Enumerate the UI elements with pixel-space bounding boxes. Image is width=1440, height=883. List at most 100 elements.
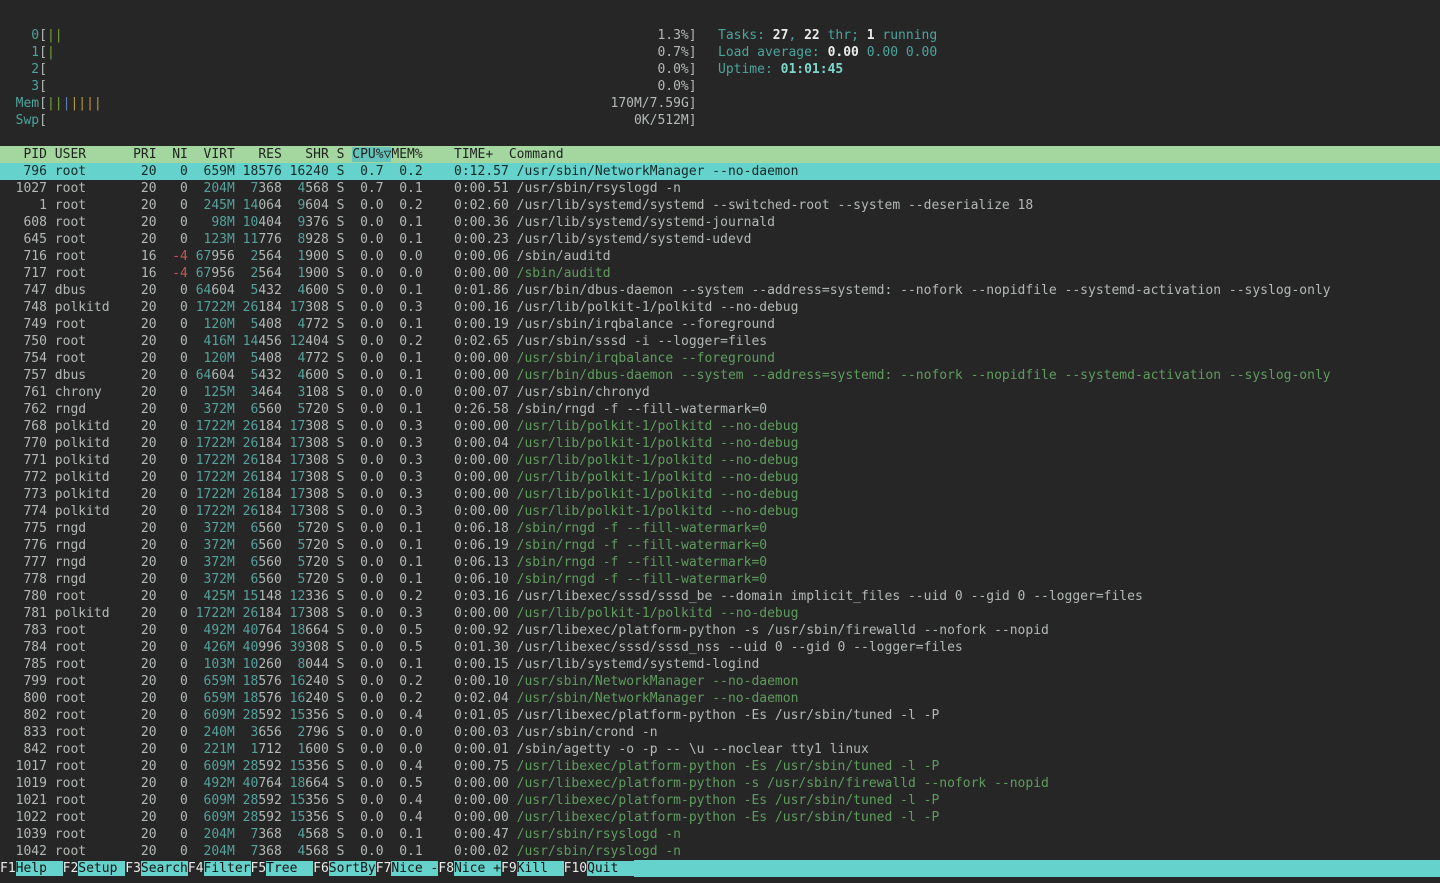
- process-row-716[interactable]: 716 root 16 -4 67956 2564 1900 S 0.0 0.0…: [0, 248, 1440, 265]
- memory-meter[interactable]: Mem[||||||| 170M/7.59G]: [0, 95, 697, 112]
- process-row-1017[interactable]: 1017 root 20 0 609M 28592 15356 S 0.0 0.…: [0, 758, 1440, 775]
- process-row-784[interactable]: 784 root 20 0 426M 40996 39308 S 0.0 0.5…: [0, 639, 1440, 656]
- fnkey-f5[interactable]: F5Tree: [251, 860, 314, 877]
- process-row-1[interactable]: 1 root 20 0 245M 14064 9604 S 0.0 0.2 0:…: [0, 197, 1440, 214]
- column-header-pid[interactable]: PID: [0, 147, 55, 162]
- fnkey-f9[interactable]: F9Kill: [501, 860, 564, 877]
- cell-pid: 645: [0, 232, 47, 247]
- process-row-771[interactable]: 771 polkitd 20 0 1722M 26184 17308 S 0.0…: [0, 452, 1440, 469]
- process-row-772[interactable]: 772 polkitd 20 0 1722M 26184 17308 S 0.0…: [0, 469, 1440, 486]
- column-header-user[interactable]: USER: [55, 147, 133, 162]
- cell-mem-percent: 0.3: [384, 453, 423, 468]
- cell-nice: 0: [164, 674, 187, 689]
- cell-mem-percent: 0.1: [384, 351, 423, 366]
- column-header-command[interactable]: Command: [509, 147, 564, 162]
- process-row-773[interactable]: 773 polkitd 20 0 1722M 26184 17308 S 0.0…: [0, 486, 1440, 503]
- process-row-1022[interactable]: 1022 root 20 0 609M 28592 15356 S 0.0 0.…: [0, 809, 1440, 826]
- fnkey-f2[interactable]: F2Setup: [63, 860, 126, 877]
- process-row-762[interactable]: 762 rngd 20 0 372M 6560 5720 S 0.0 0.1 0…: [0, 401, 1440, 418]
- cell-user: root: [55, 640, 125, 655]
- process-row-747[interactable]: 747 dbus 20 0 64604 5432 4600 S 0.0 0.1 …: [0, 282, 1440, 299]
- column-header-cpu-sorted[interactable]: CPU%▽: [352, 147, 391, 162]
- process-row-778[interactable]: 778 rngd 20 0 372M 6560 5720 S 0.0 0.1 0…: [0, 571, 1440, 588]
- cell-state: S: [329, 368, 345, 383]
- process-row-749[interactable]: 749 root 20 0 120M 5408 4772 S 0.0 0.1 0…: [0, 316, 1440, 333]
- column-header-ni[interactable]: NI: [164, 147, 195, 162]
- process-row-608[interactable]: 608 root 20 0 98M 10404 9376 S 0.0 0.1 0…: [0, 214, 1440, 231]
- process-row-754[interactable]: 754 root 20 0 120M 5408 4772 S 0.0 0.1 0…: [0, 350, 1440, 367]
- cell-cpu-percent: 0.0: [344, 232, 383, 247]
- cell-command: /usr/bin/dbus-daemon --system --address=…: [517, 283, 1331, 298]
- process-row-1019[interactable]: 1019 root 20 0 492M 40764 18664 S 0.0 0.…: [0, 775, 1440, 792]
- cell-priority: 20: [125, 572, 156, 587]
- process-row-783[interactable]: 783 root 20 0 492M 40764 18664 S 0.0 0.5…: [0, 622, 1440, 639]
- cell-user: polkitd: [55, 300, 125, 315]
- process-row-796[interactable]: 796 root 20 0 659M 18576 16240 S 0.7 0.2…: [0, 163, 1440, 180]
- process-row-1039[interactable]: 1039 root 20 0 204M 7368 4568 S 0.0 0.1 …: [0, 826, 1440, 843]
- memory-meter-bar: ||||: [70, 96, 101, 111]
- process-row-768[interactable]: 768 polkitd 20 0 1722M 26184 17308 S 0.0…: [0, 418, 1440, 435]
- process-row-750[interactable]: 750 root 20 0 416M 14456 12404 S 0.0 0.2…: [0, 333, 1440, 350]
- cell-user: root: [55, 691, 125, 706]
- cell-cpu-percent: 0.0: [344, 589, 383, 604]
- fnkey-f6[interactable]: F6SortBy: [313, 860, 376, 877]
- fnkey-f10[interactable]: F10Quit: [564, 860, 634, 877]
- cpu-0-meter[interactable]: 0[|| 1.3%]: [0, 27, 697, 44]
- process-row-1027[interactable]: 1027 root 20 0 204M 7368 4568 S 0.7 0.1 …: [0, 180, 1440, 197]
- process-row-800[interactable]: 800 root 20 0 659M 18576 16240 S 0.0 0.2…: [0, 690, 1440, 707]
- fnkey-f1[interactable]: F1Help: [0, 860, 63, 877]
- cell-time: 0:02.04: [423, 691, 509, 706]
- column-header-state[interactable]: S: [337, 147, 353, 162]
- process-row-717[interactable]: 717 root 16 -4 67956 2564 1900 S 0.0 0.0…: [0, 265, 1440, 282]
- process-row-770[interactable]: 770 polkitd 20 0 1722M 26184 17308 S 0.0…: [0, 435, 1440, 452]
- process-row-774[interactable]: 774 polkitd 20 0 1722M 26184 17308 S 0.0…: [0, 503, 1440, 520]
- cell-command: /usr/lib/polkit-1/polkitd --no-debug: [517, 504, 799, 519]
- cpu-2-meter-value: 0.0%: [657, 62, 688, 77]
- cell-nice: 0: [164, 657, 187, 672]
- process-row-757[interactable]: 757 dbus 20 0 64604 5432 4600 S 0.0 0.1 …: [0, 367, 1440, 384]
- cell-state: S: [329, 215, 345, 230]
- cell-mem-percent: 0.0: [384, 385, 423, 400]
- table-header-row[interactable]: PID USER PRI NI VIRT RES SHR S CPU%▽MEM%…: [0, 146, 1440, 163]
- cpu-2-meter[interactable]: 2[ 0.0%]: [0, 61, 697, 78]
- cell-time: 0:00.19: [423, 317, 509, 332]
- f10-action-label: Quit: [587, 861, 634, 876]
- fnkey-f4[interactable]: F4Filter: [188, 860, 251, 877]
- cell-mem-percent: 0.3: [384, 504, 423, 519]
- fnkey-f7[interactable]: F7Nice -: [376, 860, 439, 877]
- process-row-761[interactable]: 761 chrony 20 0 125M 3464 3108 S 0.0 0.0…: [0, 384, 1440, 401]
- cpu-3-meter[interactable]: 3[ 0.0%]: [0, 78, 697, 95]
- fnkey-f3[interactable]: F3Search: [125, 860, 188, 877]
- process-row-833[interactable]: 833 root 20 0 240M 3656 2796 S 0.0 0.0 0…: [0, 724, 1440, 741]
- column-header-shr[interactable]: SHR: [290, 147, 337, 162]
- column-header-time[interactable]: TIME+: [431, 147, 509, 162]
- process-row-1042[interactable]: 1042 root 20 0 204M 7368 4568 S 0.0 0.1 …: [0, 843, 1440, 860]
- process-row-776[interactable]: 776 rngd 20 0 372M 6560 5720 S 0.0 0.1 0…: [0, 537, 1440, 554]
- cpu-1-meter[interactable]: 1[| 0.7%]: [0, 44, 697, 61]
- column-header-pri[interactable]: PRI: [133, 147, 164, 162]
- swap-meter[interactable]: Swp[ 0K/512M]: [0, 112, 697, 129]
- cell-time: 0:01.05: [423, 708, 509, 723]
- process-row-748[interactable]: 748 polkitd 20 0 1722M 26184 17308 S 0.0…: [0, 299, 1440, 316]
- process-row-780[interactable]: 780 root 20 0 425M 15148 12336 S 0.0 0.2…: [0, 588, 1440, 605]
- column-header-res[interactable]: RES: [243, 147, 290, 162]
- cell-user: polkitd: [55, 504, 125, 519]
- process-row-645[interactable]: 645 root 20 0 123M 11776 8928 S 0.0 0.1 …: [0, 231, 1440, 248]
- column-header-mem[interactable]: MEM%: [391, 147, 430, 162]
- process-row-799[interactable]: 799 root 20 0 659M 18576 16240 S 0.0 0.2…: [0, 673, 1440, 690]
- process-row-842[interactable]: 842 root 20 0 221M 1712 1600 S 0.0 0.0 0…: [0, 741, 1440, 758]
- fnkey-f8[interactable]: F8Nice +: [438, 860, 501, 877]
- cell-priority: 20: [125, 640, 156, 655]
- cell-state: S: [329, 436, 345, 451]
- process-row-785[interactable]: 785 root 20 0 103M 10260 8044 S 0.0 0.1 …: [0, 656, 1440, 673]
- process-row-802[interactable]: 802 root 20 0 609M 28592 15356 S 0.0 0.4…: [0, 707, 1440, 724]
- process-row-777[interactable]: 777 rngd 20 0 372M 6560 5720 S 0.0 0.1 0…: [0, 554, 1440, 571]
- process-row-775[interactable]: 775 rngd 20 0 372M 6560 5720 S 0.0 0.1 0…: [0, 520, 1440, 537]
- cell-priority: 20: [125, 810, 156, 825]
- cell-priority: 20: [125, 589, 156, 604]
- uptime: Uptime: 01:01:45: [718, 61, 937, 78]
- column-header-virt[interactable]: VIRT: [196, 147, 243, 162]
- process-row-781[interactable]: 781 polkitd 20 0 1722M 26184 17308 S 0.0…: [0, 605, 1440, 622]
- cell-time: 0:00.00: [423, 793, 509, 808]
- process-row-1021[interactable]: 1021 root 20 0 609M 28592 15356 S 0.0 0.…: [0, 792, 1440, 809]
